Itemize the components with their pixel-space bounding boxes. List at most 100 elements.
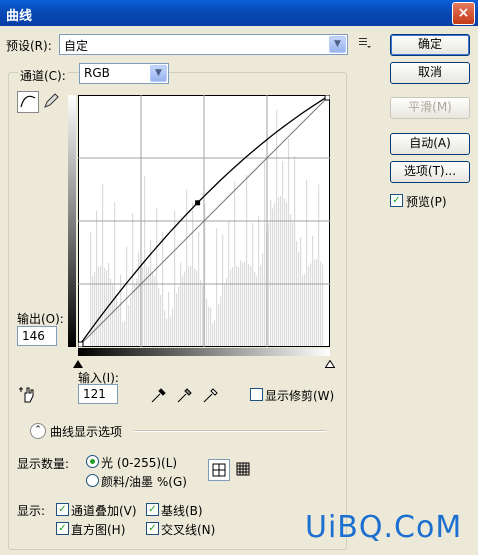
output-label: 输出(O): (17, 312, 64, 326)
histogram-bar (156, 208, 158, 346)
histogram-bar (230, 269, 232, 346)
histogram-bar (98, 266, 100, 346)
intersection-checkbox[interactable]: ✓ (146, 522, 159, 535)
channel-label: 通道(C): (18, 67, 68, 84)
histogram-bar (210, 307, 212, 346)
smooth-button[interactable]: 平滑(M) (390, 97, 470, 119)
histogram-bar (116, 298, 118, 346)
pigment-radio-label: 颜料/油墨 %(G) (101, 475, 187, 489)
histogram-bar (258, 215, 260, 346)
white-point-slider[interactable] (324, 357, 336, 368)
control-point[interactable] (195, 200, 201, 206)
channel-select[interactable]: RGB ▼ (79, 63, 169, 84)
histogram-bar (122, 322, 124, 346)
chevron-up-icon[interactable]: ⌃ (30, 423, 46, 439)
list-menu-icon[interactable] (358, 36, 372, 50)
histogram-bar (138, 251, 140, 346)
histogram-bar (152, 272, 154, 346)
histogram-bar (232, 267, 234, 346)
cancel-button[interactable]: 取消 (390, 62, 470, 84)
histogram-bar (206, 299, 208, 346)
histogram-bar (244, 261, 246, 346)
histogram-bar (196, 270, 198, 346)
watermark-logo: UiBQ.CoM (305, 510, 463, 545)
show-label: 显示: (17, 504, 46, 518)
histogram-bar (300, 237, 302, 346)
white-eyedropper-icon[interactable] (201, 385, 221, 405)
histogram-bar (256, 276, 258, 346)
histogram-bar (154, 276, 156, 346)
show-clipping-checkbox[interactable] (250, 388, 263, 401)
auto-button[interactable]: 自动(A) (390, 133, 470, 155)
histogram-bar (124, 321, 126, 346)
channel-overlays-checkbox[interactable]: ✓ (56, 503, 69, 516)
baseline-checkbox[interactable]: ✓ (146, 503, 159, 516)
histogram-bar (220, 296, 222, 346)
histogram-bar (260, 264, 262, 346)
histogram-checkbox[interactable]: ✓ (56, 522, 69, 535)
histogram-bar (322, 264, 324, 346)
histogram-bar (166, 318, 168, 346)
hand-adjust-icon[interactable] (19, 384, 39, 404)
histogram-bar (126, 246, 128, 346)
close-button[interactable]: × (452, 2, 475, 25)
histogram-bar (224, 283, 226, 346)
endpoint-handle[interactable] (324, 95, 330, 101)
options-button[interactable]: 选项(T)... (390, 161, 470, 183)
histogram-bar (248, 263, 250, 346)
histogram-bar (198, 231, 200, 346)
histogram-bar (174, 210, 176, 346)
ok-button[interactable]: 确定 (390, 34, 470, 56)
histogram-bar (316, 259, 318, 346)
histogram-bar (202, 285, 204, 346)
window-title: 曲线 (6, 9, 33, 24)
histogram-bar (242, 262, 244, 346)
curve-graph[interactable] (78, 95, 330, 347)
simple-grid-icon[interactable] (208, 459, 230, 481)
histogram-bar (254, 272, 256, 346)
histogram-bar (194, 268, 196, 346)
preset-value: 自定 (64, 39, 89, 53)
preview-checkbox[interactable]: ✓ (390, 194, 403, 207)
histogram-bar (286, 202, 288, 346)
display-options-label: 曲线显示选项 (50, 425, 123, 439)
histogram-bar (252, 223, 254, 346)
histogram-bar (168, 292, 170, 346)
histogram-bar (234, 181, 236, 346)
show-clipping-label: 显示修剪(W) (265, 389, 335, 403)
histogram-bar (114, 202, 116, 346)
black-eyedropper-icon[interactable] (149, 385, 169, 405)
output-field[interactable]: 146 (17, 326, 57, 346)
preset-select[interactable]: 自定 ▼ (59, 34, 348, 55)
light-radio-label: 光 (0-255)(L) (101, 456, 178, 470)
pencil-icon[interactable] (41, 91, 61, 111)
histogram-bar (246, 174, 248, 346)
histogram-bar (238, 267, 240, 346)
histogram-label: 直方图(H) (71, 523, 126, 537)
detailed-grid-icon[interactable] (233, 459, 253, 479)
histogram-bar (314, 259, 316, 346)
histogram-bar (212, 323, 214, 346)
histogram-bar (100, 266, 102, 346)
histogram-bar (112, 284, 114, 346)
input-value: 121 (83, 387, 106, 401)
histogram-bar (120, 274, 122, 346)
histogram-bar (148, 267, 150, 346)
histogram-bar (162, 231, 164, 346)
light-radio[interactable] (86, 455, 99, 468)
histogram-bar (228, 220, 230, 346)
histogram-bar (182, 275, 184, 346)
histogram-bar (130, 297, 132, 346)
channel-value: RGB (84, 66, 110, 80)
input-field[interactable]: 121 (78, 384, 118, 404)
gray-eyedropper-icon[interactable] (175, 385, 195, 405)
curve-tool-icon[interactable] (17, 91, 39, 113)
endpoint-handle[interactable] (78, 341, 84, 347)
histogram-bar (216, 228, 218, 346)
black-point-slider[interactable] (73, 357, 83, 368)
histogram-bar (312, 235, 314, 346)
pigment-radio[interactable] (86, 474, 99, 487)
histogram-bar (250, 265, 252, 346)
histogram-bar (290, 214, 292, 346)
histogram-bar (104, 267, 106, 346)
